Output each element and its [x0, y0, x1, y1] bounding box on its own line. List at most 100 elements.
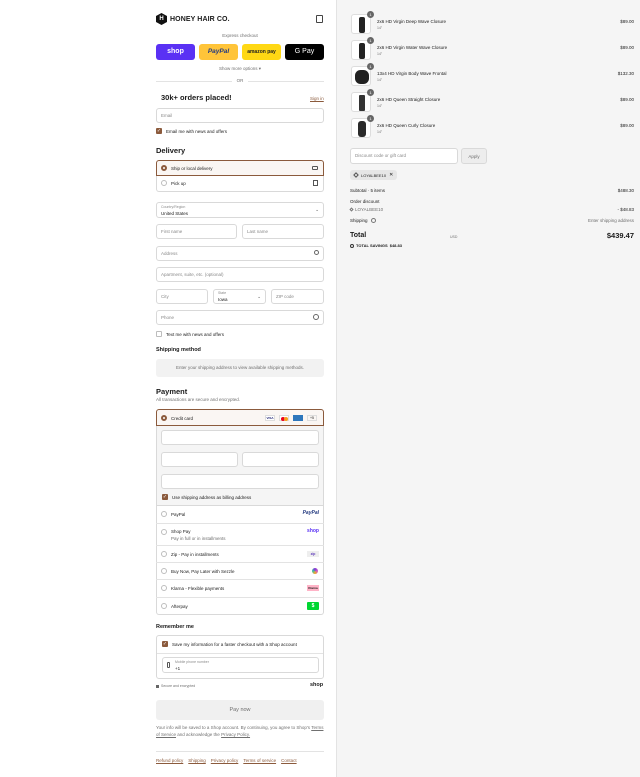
terms-of-service-footer-link[interactable]: Terms of service [243, 758, 276, 763]
state-label: State [218, 291, 227, 295]
shipping-value: Enter shipping address [587, 218, 634, 223]
logo-mark-icon: H [156, 13, 167, 25]
zip-logo-icon: zip [307, 551, 319, 557]
info-icon[interactable] [371, 218, 376, 223]
city-field[interactable]: City [156, 289, 208, 304]
pay-now-button[interactable]: Pay now [156, 700, 324, 720]
ship-option-box[interactable]: Ship or local delivery [156, 160, 324, 176]
klarna-label: Klarna - Flexible payments [171, 586, 225, 591]
afterpay-radio[interactable] [161, 603, 167, 609]
email-field[interactable]: Email [156, 108, 324, 123]
quantity-badge: 1 [367, 89, 374, 96]
shop-pay-button[interactable]: shop [156, 44, 195, 60]
credit-card-option[interactable]: Credit card VISA +5 [156, 409, 324, 426]
payment-option-afterpay[interactable]: Afterpay $ [156, 597, 324, 614]
paypal-radio[interactable] [161, 511, 167, 517]
zip-radio[interactable] [161, 551, 167, 557]
afterpay-label: Afterpay [171, 604, 188, 609]
orders-placed-heading: 30k+ orders placed! [161, 93, 232, 102]
tag-icon [349, 207, 354, 212]
truck-icon [312, 166, 318, 170]
discount-tag-code: LOYALBEE10 [361, 172, 387, 178]
shop-pay-radio[interactable] [161, 529, 167, 535]
order-summary-column: 1 2x6 HD Virgin Deep Wave Closure 14" $8… [336, 0, 640, 777]
footer-links: Refund policy Shipping Privacy policy Te… [156, 758, 297, 763]
payment-option-klarna[interactable]: Klarna - Flexible payments Klarna [156, 579, 324, 596]
product-name: 2x6 HD Virgin Deep Wave Closure [377, 19, 447, 24]
apply-button[interactable]: Apply [461, 148, 487, 164]
address-field[interactable]: Address [156, 246, 324, 261]
zip-field[interactable]: ZIP code [271, 289, 324, 304]
card-number-field[interactable] [161, 430, 319, 445]
ship-radio[interactable] [161, 165, 167, 171]
pickup-option-box[interactable]: Pick up [156, 176, 324, 192]
last-name-field[interactable]: Last name [242, 224, 324, 239]
privacy-policy-footer-link[interactable]: Privacy policy [211, 758, 239, 763]
save-info-checkbox[interactable]: ✓ [162, 641, 168, 647]
help-icon[interactable] [313, 314, 319, 320]
klarna-radio[interactable] [161, 585, 167, 591]
apartment-field[interactable]: Apartment, suite, etc. (optional) [156, 267, 324, 282]
country-value: United States [161, 211, 189, 216]
brand-name: HONEY HAIR CO. [170, 15, 230, 23]
shipping-link[interactable]: Shipping [188, 758, 206, 763]
show-more-options-link[interactable]: Show more options ▾ [156, 66, 324, 72]
discount-code-field[interactable]: Discount code or gift card [350, 148, 458, 164]
billing-same-checkbox[interactable]: ✓ [162, 494, 168, 500]
product-price: $132.30 [617, 71, 634, 76]
chevron-down-icon: ⌄ [257, 294, 261, 299]
product-variant: 14" [377, 52, 383, 56]
tag-icon [353, 172, 359, 178]
quantity-badge: 1 [367, 37, 374, 44]
order-discount-label: Order discount [350, 199, 380, 204]
first-name-field[interactable]: First name [156, 224, 237, 239]
cash-app-logo-icon: $ [307, 602, 319, 610]
amex-icon [293, 415, 303, 421]
sezzle-label: Buy Now, Pay Later with Sezzle [171, 569, 235, 574]
divider-right [248, 81, 324, 82]
discount-code-row: LOYALBEE10 [349, 207, 384, 212]
brand-logo[interactable]: H HONEY HAIR CO. [156, 13, 230, 25]
checkout-form-column: H HONEY HAIR CO. Express checkout shop P… [0, 0, 336, 777]
payment-option-zip[interactable]: Zip - Pay in installments zip [156, 545, 324, 562]
phone-field[interactable]: Phone [156, 310, 324, 325]
product-variant: 14" [377, 26, 383, 30]
privacy-policy-link[interactable]: Privacy Policy. [221, 732, 250, 737]
close-icon[interactable]: ✕ [389, 172, 393, 178]
google-pay-button[interactable]: G Pay [285, 44, 324, 60]
klarna-logo-icon: Klarna [307, 585, 319, 591]
zip-label: Zip - Pay in installments [171, 552, 219, 557]
amazon-pay-button[interactable]: amazon pay [242, 44, 281, 60]
state-select[interactable]: State Iowa ⌄ [213, 289, 266, 304]
product-variant: 14" [377, 104, 383, 108]
discount-code-label: LOYALBEE10 [355, 207, 384, 212]
paypal-button[interactable]: PayPal [199, 44, 238, 60]
delivery-heading: Delivery [156, 146, 186, 155]
product-variant: 14" [377, 78, 383, 82]
mobile-phone-field[interactable]: Mobile phone number +1 [162, 657, 319, 673]
phone-icon [167, 662, 170, 668]
country-label: Country/Region [161, 205, 186, 209]
or-divider-label: OR [236, 78, 244, 83]
refund-policy-link[interactable]: Refund policy [156, 758, 183, 763]
cart-bag-icon[interactable] [316, 15, 323, 23]
country-select[interactable]: Country/Region United States ⌄ [156, 202, 324, 218]
payment-option-sezzle[interactable]: Buy Now, Pay Later with Sezzle [156, 562, 324, 579]
pickup-radio[interactable] [161, 180, 167, 186]
sign-in-link[interactable]: Sign in [310, 96, 324, 101]
credit-card-label: Credit card [171, 416, 194, 421]
product-name: 2x6 HD Queen Curly Closure [377, 123, 436, 128]
name-on-card-field[interactable] [161, 474, 319, 489]
ship-option-label: Ship or local delivery [171, 166, 213, 171]
email-news-checkbox[interactable]: ✓ [156, 128, 162, 134]
payment-option-paypal[interactable]: PayPal PayPal [156, 506, 324, 523]
payment-heading: Payment [156, 387, 188, 396]
contact-link[interactable]: Contact [281, 758, 297, 763]
expiration-field[interactable] [161, 452, 238, 467]
text-news-checkbox[interactable] [156, 331, 162, 337]
payment-option-shop-pay[interactable]: Shop Pay Pay in full or in installments … [156, 523, 324, 545]
sezzle-radio[interactable] [161, 568, 167, 574]
product-name: 13x4 HD Virgin Body Wave Frontal [377, 71, 447, 76]
credit-card-radio[interactable] [161, 415, 167, 421]
security-code-field[interactable] [242, 452, 319, 467]
